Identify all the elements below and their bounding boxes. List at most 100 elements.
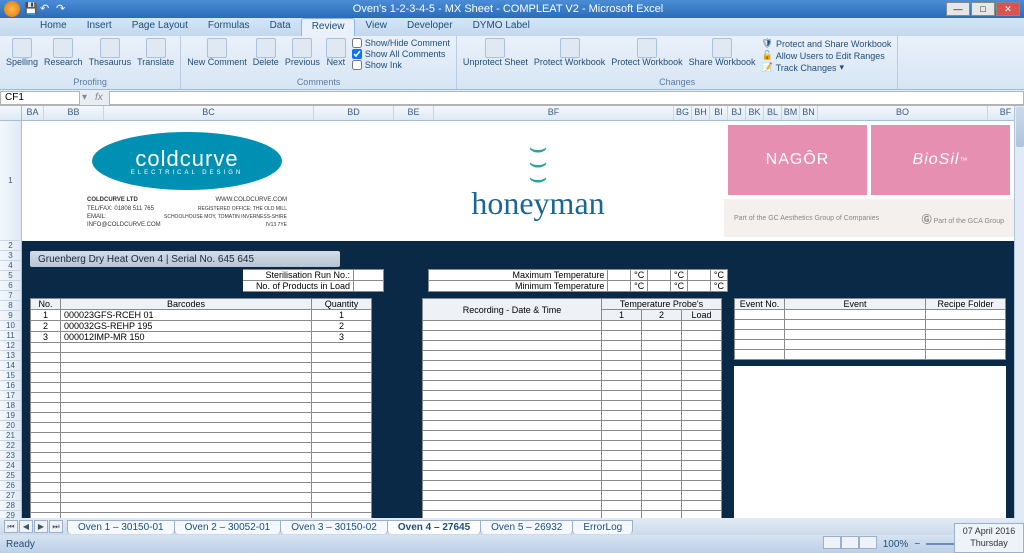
col-header[interactable]: BF: [434, 106, 674, 120]
col-header[interactable]: BC: [104, 106, 314, 120]
show-all-comments[interactable]: Show All Comments: [352, 49, 450, 59]
col-header[interactable]: BL: [764, 106, 782, 120]
tab-insert[interactable]: Insert: [77, 18, 122, 36]
row-header[interactable]: 15: [0, 371, 22, 381]
minimize-button[interactable]: —: [946, 2, 970, 16]
show-ink[interactable]: Show Ink: [352, 60, 450, 70]
prev-comment-button[interactable]: Previous: [285, 38, 320, 68]
allow-edit-ranges[interactable]: 🔓 Allow Users to Edit Ranges: [762, 50, 892, 61]
tab-formulas[interactable]: Formulas: [198, 18, 260, 36]
col-header[interactable]: BG: [674, 106, 692, 120]
row-header[interactable]: 4: [0, 261, 22, 271]
barcode-table[interactable]: No.BarcodesQuantity 1000023GFS-RCEH 011 …: [30, 298, 372, 536]
tab-developer[interactable]: Developer: [397, 18, 463, 36]
row-header[interactable]: 27: [0, 491, 22, 501]
col-header[interactable]: BK: [746, 106, 764, 120]
sheet-tab[interactable]: Oven 1 – 30150-01: [67, 520, 175, 534]
row-header[interactable]: 9: [0, 311, 22, 321]
tab-dymo[interactable]: DYMO Label: [463, 18, 540, 36]
col-header[interactable]: BN: [800, 106, 818, 120]
row-header[interactable]: 14: [0, 361, 22, 371]
row-header[interactable]: 20: [0, 421, 22, 431]
formula-input[interactable]: [109, 91, 1024, 105]
sheet-tab[interactable]: Oven 2 – 30052-01: [174, 520, 282, 534]
fx-icon[interactable]: fx: [89, 92, 109, 103]
view-buttons[interactable]: [823, 536, 877, 552]
delete-comment-button[interactable]: Delete: [253, 38, 279, 68]
row-header[interactable]: 13: [0, 351, 22, 361]
row-header[interactable]: 12: [0, 341, 22, 351]
row-header[interactable]: 6: [0, 281, 22, 291]
recording-table[interactable]: Recording - Date & TimeTemperature Probe…: [422, 298, 722, 536]
honeyman-logo: ⌣⌣⌣ honeyman: [471, 140, 604, 222]
event-table[interactable]: Event No.EventRecipe Folder: [734, 298, 1006, 360]
tab-nav-prev[interactable]: ◀: [19, 520, 33, 533]
row-header[interactable]: 21: [0, 431, 22, 441]
select-all-corner[interactable]: [0, 106, 22, 120]
row-header[interactable]: 23: [0, 451, 22, 461]
row-header[interactable]: 25: [0, 471, 22, 481]
thesaurus-button[interactable]: Thesaurus: [89, 38, 132, 68]
tab-nav-next[interactable]: ▶: [34, 520, 48, 533]
maximize-button[interactable]: □: [971, 2, 995, 16]
row-header[interactable]: 26: [0, 481, 22, 491]
col-header[interactable]: BO: [818, 106, 988, 120]
row-header[interactable]: 3: [0, 251, 22, 261]
undo-icon[interactable]: ↶: [40, 2, 54, 16]
translate-button[interactable]: Translate: [137, 38, 174, 68]
tab-nav-last[interactable]: ⏭: [49, 520, 63, 533]
col-header[interactable]: BM: [782, 106, 800, 120]
spelling-button[interactable]: Spelling: [6, 38, 38, 68]
sheet-tab-active[interactable]: Oven 4 – 27645: [387, 520, 481, 534]
show-hide-comment[interactable]: Show/Hide Comment: [352, 38, 450, 48]
name-box[interactable]: CF1: [0, 91, 80, 105]
row-header[interactable]: 7: [0, 291, 22, 301]
row-header[interactable]: 17: [0, 391, 22, 401]
next-comment-button[interactable]: Next: [326, 38, 346, 68]
sheet-tab[interactable]: Oven 5 – 26932: [480, 520, 573, 534]
col-header[interactable]: BH: [692, 106, 710, 120]
col-header[interactable]: BI: [710, 106, 728, 120]
row-header[interactable]: 22: [0, 441, 22, 451]
office-button[interactable]: [4, 1, 20, 17]
col-header[interactable]: BJ: [728, 106, 746, 120]
col-header[interactable]: BD: [314, 106, 394, 120]
col-header[interactable]: BE: [394, 106, 434, 120]
row-header[interactable]: 11: [0, 331, 22, 341]
worksheet[interactable]: 1 2 3 4 5 6 7 8 9 10 11 12 13 14 15 16 1…: [0, 121, 1024, 536]
sheet-tab[interactable]: ErrorLog: [572, 520, 633, 534]
close-button[interactable]: ✕: [996, 2, 1020, 16]
row-header[interactable]: 5: [0, 271, 22, 281]
vertical-scrollbar[interactable]: [1014, 106, 1024, 518]
row-header[interactable]: 8: [0, 301, 22, 311]
track-changes[interactable]: 📝 Track Changes ▾: [762, 62, 892, 73]
tab-nav-first[interactable]: ⏮: [4, 520, 18, 533]
unprotect-sheet-button[interactable]: Unprotect Sheet: [463, 38, 528, 68]
redo-icon[interactable]: ↷: [56, 2, 70, 16]
tab-home[interactable]: Home: [30, 18, 77, 36]
sheet-tab[interactable]: Oven 3 – 30150-02: [280, 520, 388, 534]
zoom-out[interactable]: −: [914, 539, 920, 550]
tab-page-layout[interactable]: Page Layout: [122, 18, 198, 36]
row-header[interactable]: 18: [0, 401, 22, 411]
row-header[interactable]: 19: [0, 411, 22, 421]
tab-data[interactable]: Data: [260, 18, 301, 36]
protect-workbook-button[interactable]: Protect Workbook: [534, 38, 605, 68]
row-header[interactable]: 10: [0, 321, 22, 331]
row-header[interactable]: 1: [0, 121, 22, 241]
tab-view[interactable]: View: [355, 18, 397, 36]
share-workbook-button[interactable]: Share Workbook: [689, 38, 756, 68]
row-header[interactable]: 24: [0, 461, 22, 471]
col-header[interactable]: BA: [22, 106, 44, 120]
zoom-level[interactable]: 100%: [883, 539, 909, 550]
row-header[interactable]: 16: [0, 381, 22, 391]
new-comment-button[interactable]: New Comment: [187, 38, 247, 68]
research-button[interactable]: Research: [44, 38, 83, 68]
row-header[interactable]: 2: [0, 241, 22, 251]
protect-share-button[interactable]: Protect Workbook: [611, 38, 682, 68]
tab-review[interactable]: Review: [301, 18, 356, 36]
protect-share-wb[interactable]: 🛡 Protect and Share Workbook: [762, 38, 892, 49]
save-icon[interactable]: 💾: [24, 2, 38, 16]
row-header[interactable]: 28: [0, 501, 22, 511]
col-header[interactable]: BB: [44, 106, 104, 120]
